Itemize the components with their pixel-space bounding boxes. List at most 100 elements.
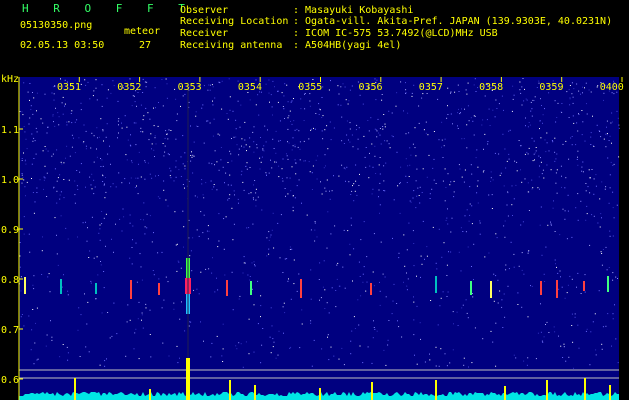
noise-dot [352,280,353,282]
noise-dot [556,153,558,155]
noise-dot [62,344,64,345]
noise-dot [93,257,95,259]
noise-dot [32,92,33,93]
noise-dot [527,126,529,128]
noise-dot [540,206,542,208]
noise-dot [427,134,429,136]
noise-dot [360,239,362,241]
noise-dot [345,180,346,182]
noise-dot [444,168,446,170]
noise-dot [23,325,25,327]
noise-dot [93,161,95,163]
noise-dot [99,364,101,366]
meteor-echo [556,280,558,298]
noise-dot [540,157,541,159]
noise-dot [242,181,244,183]
noise-dot [230,153,232,155]
noise-dot [483,170,485,172]
noise-dot [208,84,210,86]
noise-dot [80,109,82,111]
noise-dot [291,149,293,151]
noise-dot [529,124,531,126]
noise-dot [141,314,143,316]
noise-dot [53,121,54,123]
noise-dot [288,278,289,280]
noise-dot [544,108,545,110]
noise-dot [588,169,590,171]
noise-dot [95,298,97,300]
noise-dot [470,164,472,166]
noise-dot [409,147,411,149]
noise-dot [447,87,449,89]
noise-dot [539,165,540,167]
noise-dot [539,128,540,130]
noise-dot [466,209,468,211]
noise-dot [373,285,375,287]
noise-dot [127,139,129,141]
noise-dot [539,224,541,226]
noise-dot [236,348,238,350]
noise-dot [541,254,543,256]
noise-dot [229,194,231,196]
noise-dot [53,93,55,95]
noise-dot [463,364,465,366]
noise-dot [381,94,383,95]
noise-dot [296,290,298,292]
noise-dot [358,127,360,129]
noise-dot [21,314,23,315]
noise-dot [383,349,385,351]
noise-dot [310,129,312,131]
noise-dot [605,186,607,188]
noise-dot [301,202,302,204]
noise-dot [474,115,476,117]
noise-dot [88,351,90,353]
noise-dot [233,223,235,225]
noise-dot [341,164,343,166]
noise-dot [523,273,525,275]
noise-dot [493,300,495,302]
noise-dot [148,139,150,141]
meteor-echo [370,283,372,295]
noise-dot [249,167,251,168]
noise-dot [586,103,587,105]
noise-dot [459,168,461,170]
noise-dot [218,213,220,215]
noise-dot [457,325,459,326]
noise-dot [511,110,513,112]
noise-dot [226,113,228,114]
noise-dot [495,275,497,277]
noise-dot [471,223,473,225]
noise-dot [556,169,558,171]
noise-dot [349,122,351,124]
noise-dot [371,193,373,195]
noise-dot [74,152,76,154]
noise-dot [278,140,280,142]
noise-dot [393,199,395,201]
noise-dot [511,185,513,187]
noise-dot [149,173,151,175]
noise-dot [498,153,500,155]
noise-dot [513,94,515,96]
noise-dot [383,114,385,115]
noise-dot [144,226,146,228]
noise-dot [495,365,497,367]
noise-dot [66,145,68,147]
noise-dot [490,171,492,173]
noise-dot [613,93,615,95]
noise-dot [246,150,247,152]
noise-dot [193,289,194,291]
noise-dot [467,105,469,107]
noise-dot [207,120,209,122]
noise-dot [367,346,369,348]
noise-dot [272,346,274,348]
noise-dot [53,99,55,101]
noise-dot [119,218,121,220]
noise-dot [450,251,452,253]
noise-dot [188,180,190,182]
noise-dot [609,230,611,232]
noise-dot [487,143,489,145]
noise-dot [23,216,25,218]
noise-dot [220,147,222,148]
noise-dot [85,221,86,223]
noise-dot [374,145,376,147]
